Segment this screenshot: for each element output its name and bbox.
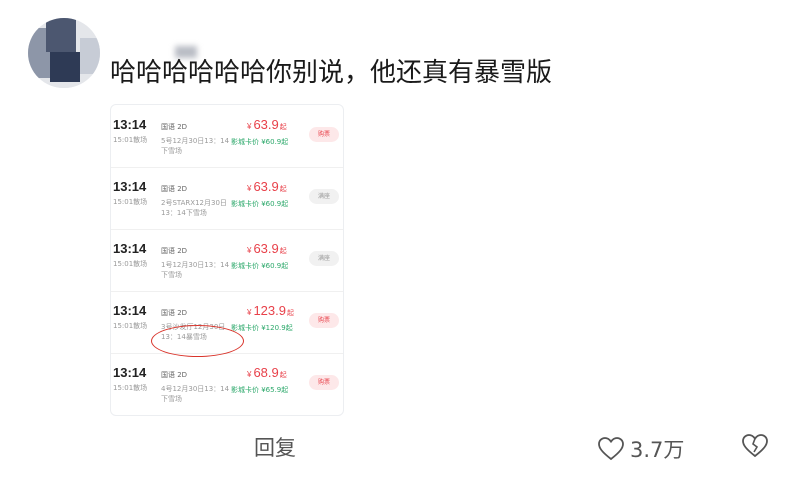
ticket-price: ¥68.9起 <box>247 365 287 380</box>
showtime-row[interactable]: 13:14 15:01散场 国语 2D 4号12月30日13：14下雪场 ¥68.9起影… <box>111 357 343 415</box>
ticket-price: ¥123.9起 <box>247 303 294 318</box>
ticket-price: ¥63.9起 <box>247 117 287 132</box>
showtime-row[interactable]: 13:14 15:01散场 国语 2D 1号12月30日13：14下雪场 ¥63.9起影… <box>111 233 343 292</box>
sold-out-badge: 满座 <box>309 251 339 266</box>
like-button[interactable]: 3.7万 <box>598 434 684 464</box>
showtime-row[interactable]: 13:14 15:01散场 国语 2D 5号12月30日13：14下雪场 ¥63.9起影… <box>111 109 343 168</box>
card-price: 影城卡价 ¥60.9起 <box>231 262 289 270</box>
highlight-circle <box>151 325 244 357</box>
card-price: 影城卡价 ¥120.9起 <box>231 324 293 332</box>
showtime-end: 15:01散场 <box>113 136 148 144</box>
card-price: 影城卡价 ¥60.9起 <box>231 138 289 146</box>
ticket-price: ¥63.9起 <box>247 241 287 256</box>
hall-info: 5号12月30日13：14下雪场 <box>161 137 230 155</box>
showtime-end: 15:01散场 <box>113 260 148 268</box>
language-format: 国语 2D <box>161 123 188 131</box>
showtime-end: 15:01散场 <box>113 384 148 392</box>
showtime-end: 15:01散场 <box>113 198 148 206</box>
comment-text: 哈哈哈哈哈哈你别说，他还真有暴雪版 <box>110 58 553 88</box>
sold-out-badge: 满座 <box>309 189 339 204</box>
attached-ticket-screenshot[interactable]: 13:14 15:01散场 国语 2D 5号12月30日13：14下雪场 ¥63.9起影… <box>110 104 344 416</box>
buy-button[interactable]: 购票 <box>309 313 339 328</box>
showtime-start: 13:14 <box>113 117 147 132</box>
ticket-price: ¥63.9起 <box>247 179 287 194</box>
showtime-start: 13:14 <box>113 365 147 380</box>
language-format: 国语 2D <box>161 309 188 317</box>
heart-outline-icon <box>598 437 624 461</box>
dislike-button[interactable] <box>742 434 768 462</box>
language-format: 国语 2D <box>161 247 188 255</box>
hall-info: 2号STARX12月30日13：14下雪场 <box>161 199 227 217</box>
showtime-start: 13:14 <box>113 303 147 318</box>
showtime-start: 13:14 <box>113 179 147 194</box>
showtime-start: 13:14 <box>113 241 147 256</box>
showtime-end: 15:01散场 <box>113 322 148 330</box>
reply-button[interactable]: 回复 <box>254 432 296 462</box>
hall-info: 4号12月30日13：14下雪场 <box>161 385 230 403</box>
broken-heart-icon <box>742 434 768 458</box>
like-count: 3.7万 <box>630 438 685 462</box>
language-format: 国语 2D <box>161 185 188 193</box>
commenter-avatar[interactable] <box>28 18 100 88</box>
language-format: 国语 2D <box>161 371 188 379</box>
card-price: 影城卡价 ¥60.9起 <box>231 200 289 208</box>
buy-button[interactable]: 购票 <box>309 127 339 142</box>
hall-info: 1号12月30日13：14下雪场 <box>161 261 230 279</box>
buy-button[interactable]: 购票 <box>309 375 339 390</box>
card-price: 影城卡价 ¥65.9起 <box>231 386 289 394</box>
showtime-row[interactable]: 13:14 15:01散场 国语 2D 2号STARX12月30日13：14下雪场 ¥6… <box>111 171 343 230</box>
